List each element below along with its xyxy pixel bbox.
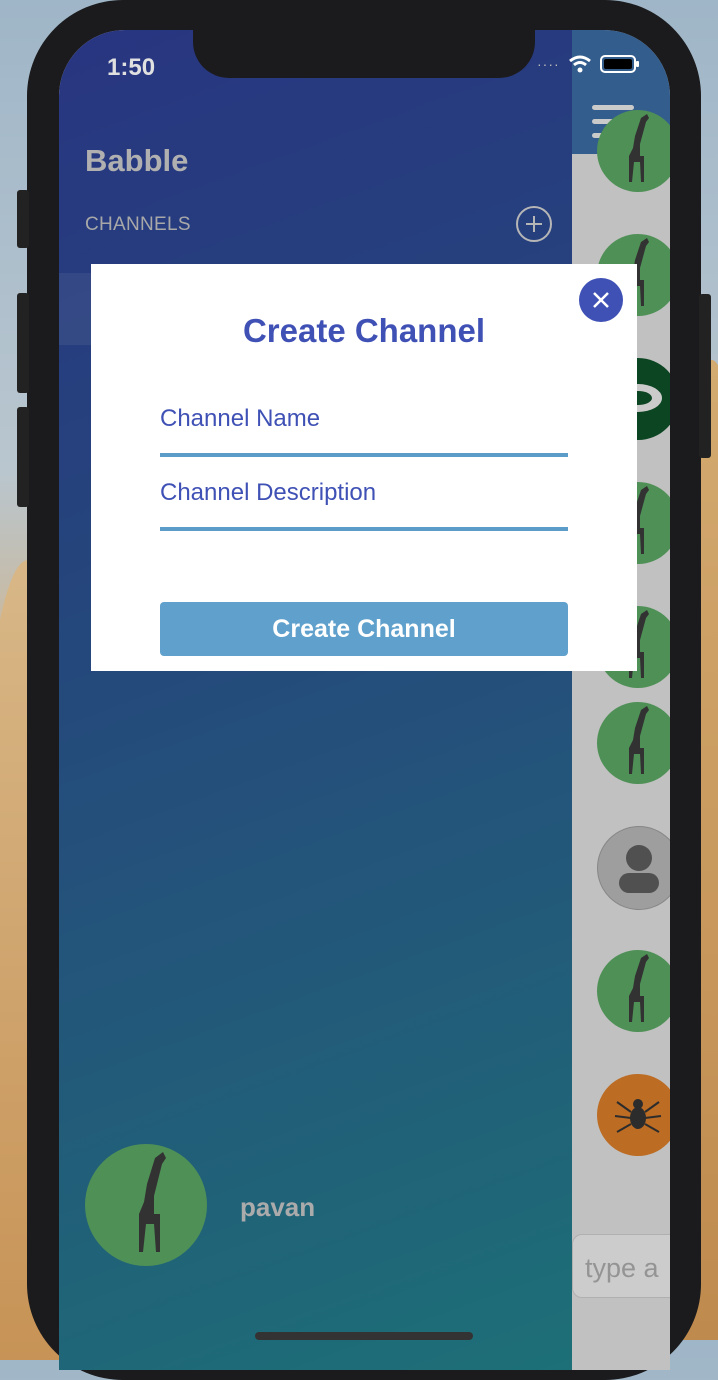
modal-title: Create Channel <box>242 312 486 349</box>
channel-name-input[interactable]: Channel Name <box>160 405 568 457</box>
home-indicator <box>255 1332 473 1340</box>
create-channel-button[interactable]: Create Channel <box>160 602 568 656</box>
wifi-icon <box>568 55 591 73</box>
volume-down-button <box>17 407 29 507</box>
volume-up-button <box>17 293 29 393</box>
power-button <box>699 294 711 458</box>
signal-dots-icon: ···· <box>537 56 560 72</box>
battery-icon <box>599 55 639 73</box>
notch <box>193 30 535 78</box>
status-icons: ···· <box>537 54 640 74</box>
channel-description-input[interactable]: Channel Description <box>160 479 568 531</box>
close-icon <box>593 292 609 308</box>
app-screen: type a 1:50 Babble CHANNELS pavan <box>59 30 670 1370</box>
mute-switch <box>17 190 29 248</box>
modal-backdrop[interactable] <box>59 30 670 1370</box>
